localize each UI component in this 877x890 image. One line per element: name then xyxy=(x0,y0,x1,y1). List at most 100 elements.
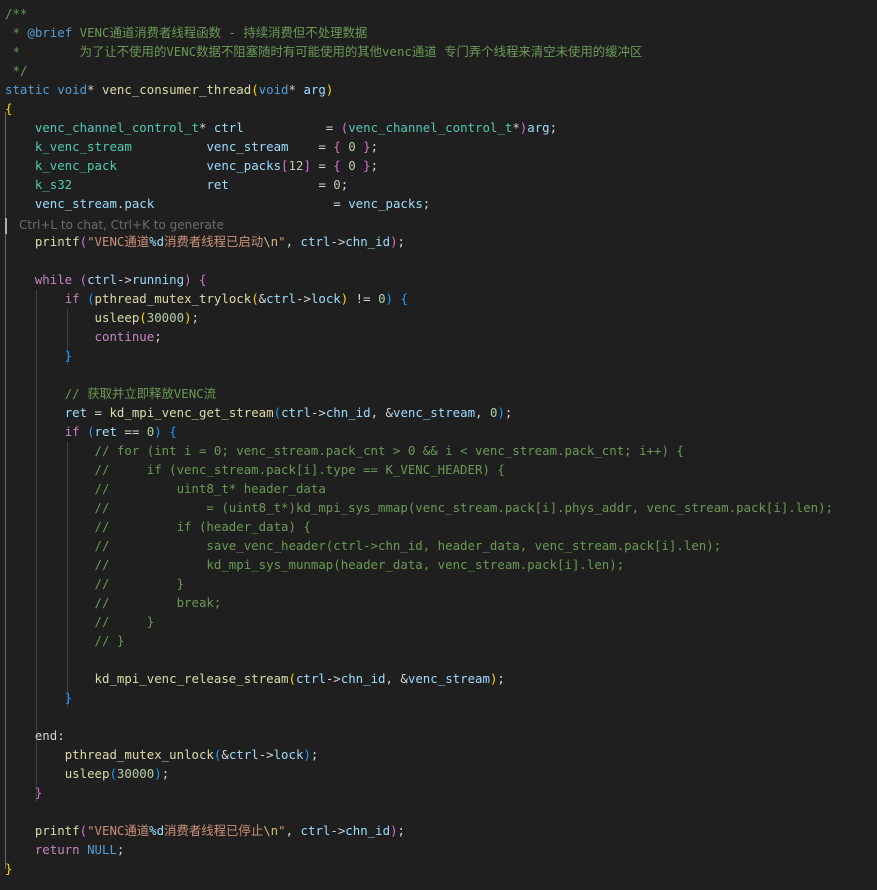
code-token: , xyxy=(285,234,301,249)
code-token: -> xyxy=(330,234,346,249)
code-line[interactable]: venc_channel_control_t* ctrl = (venc_cha… xyxy=(5,118,557,137)
code-line[interactable]: // break; xyxy=(5,593,222,612)
code-token: // for (int i = 0; venc_stream.pack_cnt … xyxy=(94,443,684,458)
code-token: ; xyxy=(116,842,125,857)
code-line[interactable]: usleep(30000); xyxy=(5,764,169,783)
code-token: : xyxy=(57,728,65,743)
code-line[interactable]: // } xyxy=(5,612,155,631)
code-line[interactable]: // save_venc_header(ctrl->chn_id, header… xyxy=(5,536,722,555)
code-line[interactable]: // for (int i = 0; venc_stream.pack_cnt … xyxy=(5,441,684,460)
code-line[interactable]: // } xyxy=(5,574,185,593)
code-token: /** xyxy=(5,6,28,21)
code-line[interactable]: continue; xyxy=(5,327,162,346)
code-line[interactable]: static void* venc_consumer_thread(void* … xyxy=(5,80,333,99)
code-token: ; xyxy=(397,823,405,838)
code-token: -> xyxy=(295,291,311,306)
code-token: ctrl xyxy=(295,671,326,686)
code-line[interactable]: // } xyxy=(5,631,125,650)
code-line[interactable]: venc_stream.pack = venc_packs; xyxy=(5,194,430,213)
inline-chat-hint: Ctrl+L to chat, Ctrl+K to generate xyxy=(19,218,224,232)
code-line[interactable]: } xyxy=(5,346,72,365)
code-line[interactable]: } xyxy=(5,783,42,802)
code-token: 12 xyxy=(288,158,304,173)
code-token: == xyxy=(116,424,147,439)
code-token: // uint8_t* header_data xyxy=(94,481,326,496)
code-token: k_venc_stream xyxy=(34,139,132,154)
code-token: // } xyxy=(94,633,125,648)
code-token: while xyxy=(34,272,73,287)
code-line[interactable]: if (ret == 0) { xyxy=(5,422,177,441)
code-line[interactable]: printf("VENC通道%d消费者线程已停止\n", ctrl->chn_i… xyxy=(5,821,405,840)
code-token: { xyxy=(333,158,341,173)
code-line[interactable]: * @brief VENC通道消费者线程函数 - 持续消费但不处理数据 xyxy=(5,23,367,42)
code-line[interactable]: { xyxy=(5,99,12,118)
code-line[interactable]: if (pthread_mutex_trylock(&ctrl->lock) !… xyxy=(5,289,408,308)
code-token: ctrl xyxy=(300,823,331,838)
code-token: { xyxy=(199,272,207,287)
code-token: * xyxy=(198,120,214,135)
code-line[interactable]: // 获取并立即释放VENC流 xyxy=(5,384,216,403)
code-token: venc_stream xyxy=(392,405,476,420)
code-token: venc_consumer_thread xyxy=(102,82,252,97)
code-token: printf xyxy=(34,234,80,249)
code-line[interactable]: } xyxy=(5,688,72,707)
code-line[interactable]: k_s32 ret = 0; xyxy=(5,175,348,194)
code-line[interactable]: k_venc_stream venc_stream = { 0 }; xyxy=(5,137,378,156)
code-token: ctrl xyxy=(281,405,311,420)
code-token: , xyxy=(285,823,301,838)
code-token: VENC通道消费者线程函数 - 持续消费但不处理数据 xyxy=(72,25,368,40)
code-token: if xyxy=(64,291,80,306)
code-token: ( xyxy=(79,272,88,287)
code-token: arg xyxy=(303,82,326,97)
code-token: ; xyxy=(549,120,558,135)
code-line[interactable]: // uint8_t* header_data xyxy=(5,479,326,498)
code-line[interactable]: ret = kd_mpi_venc_get_stream(ctrl->chn_i… xyxy=(5,403,513,422)
code-line[interactable]: return NULL; xyxy=(5,840,125,859)
code-token: k_s32 xyxy=(34,177,73,192)
code-line[interactable]: pthread_mutex_unlock(&ctrl->lock); xyxy=(5,745,319,764)
code-line[interactable]: while (ctrl->running) { xyxy=(5,270,207,289)
code-editor[interactable]: /** * @brief VENC通道消费者线程函数 - 持续消费但不处理数据 … xyxy=(0,0,877,890)
code-token: // kd_mpi_sys_munmap(header_data, venc_s… xyxy=(94,557,625,572)
code-token: chn_id xyxy=(340,671,386,686)
code-token: ctrl xyxy=(213,120,244,135)
code-line[interactable]: usleep(30000); xyxy=(5,308,199,327)
code-token: { xyxy=(5,101,13,116)
code-token: ) xyxy=(184,310,192,325)
code-token: } xyxy=(363,139,371,154)
code-token: -> xyxy=(310,405,326,420)
code-line[interactable]: /** xyxy=(5,4,27,23)
code-line[interactable]: */ xyxy=(5,61,27,80)
code-token: * xyxy=(288,82,304,97)
code-line[interactable]: end: xyxy=(5,726,65,745)
code-token: void xyxy=(258,82,289,97)
code-token: void xyxy=(57,82,88,97)
code-line[interactable]: kd_mpi_venc_release_stream(ctrl->chn_id,… xyxy=(5,669,505,688)
code-token: ( xyxy=(251,82,259,97)
code-line[interactable]: // kd_mpi_sys_munmap(header_data, venc_s… xyxy=(5,555,625,574)
code-token: , & xyxy=(370,405,393,420)
code-line[interactable]: // = (uint8_t*)kd_mpi_sys_mmap(venc_stre… xyxy=(5,498,834,517)
code-line[interactable]: // if (header_data) { xyxy=(5,517,311,536)
code-line[interactable]: // if (venc_stream.pack[i].type == K_VEN… xyxy=(5,460,505,479)
code-token: = xyxy=(243,120,341,135)
code-token: -> xyxy=(116,272,132,287)
code-token: arg xyxy=(527,120,550,135)
code-token: chn_id xyxy=(345,823,391,838)
code-token: ( xyxy=(87,291,95,306)
code-token: ; xyxy=(497,671,505,686)
code-token: { xyxy=(169,424,177,439)
code-line[interactable]: * 为了让不使用的VENC数据不阻塞随时有可能使用的其他venc通道 专门弄个线… xyxy=(5,42,642,61)
code-token: ( xyxy=(109,766,117,781)
code-line[interactable]: } xyxy=(5,859,12,878)
code-line[interactable]: k_venc_pack venc_packs[12] = { 0 }; xyxy=(5,156,378,175)
